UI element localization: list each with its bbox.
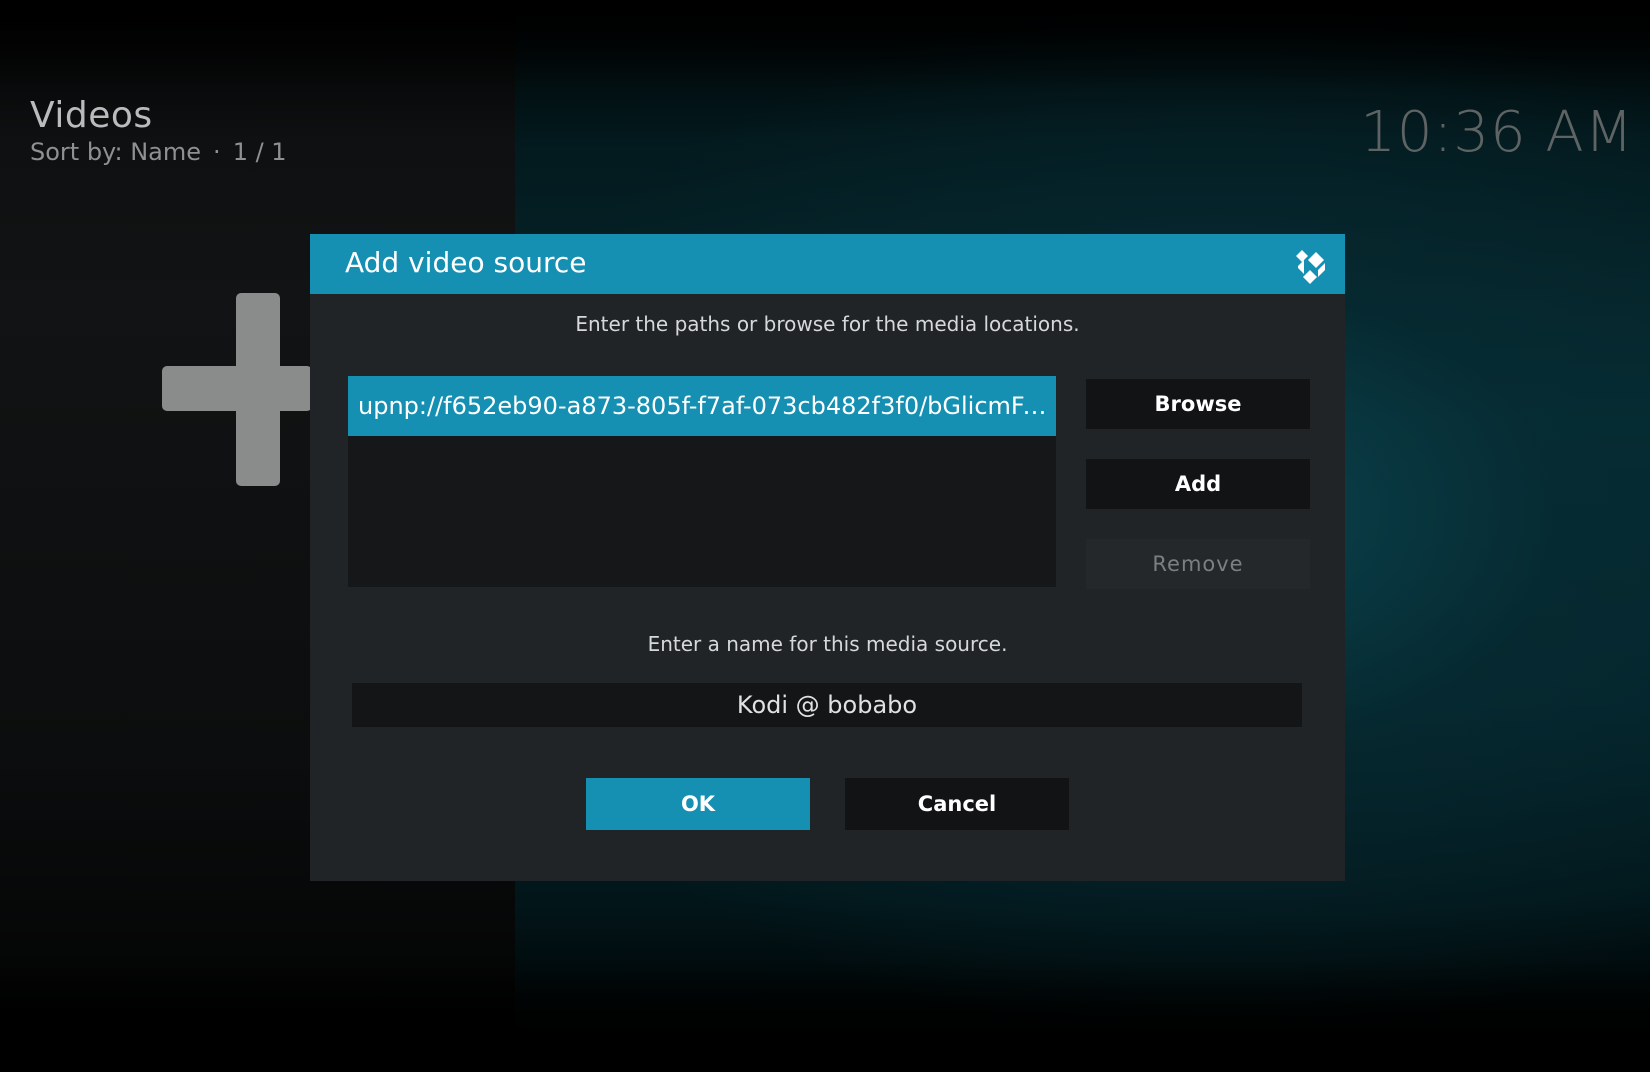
paths-list[interactable]: upnp://f652eb90-a873-805f-f7af-073cb482f… (348, 376, 1056, 587)
path-list-item[interactable]: upnp://f652eb90-a873-805f-f7af-073cb482f… (348, 376, 1056, 436)
name-instruction: Enter a name for this media source. (647, 632, 1008, 656)
sort-info: Sort by: Name · 1 / 1 (30, 138, 287, 166)
paths-instruction: Enter the paths or browse for the media … (575, 312, 1080, 336)
page-title: Videos (30, 95, 153, 136)
plus-icon-horizontal-bar (162, 366, 312, 411)
cancel-button[interactable]: Cancel (845, 778, 1069, 830)
ok-button[interactable]: OK (586, 778, 810, 830)
browse-button[interactable]: Browse (1086, 379, 1310, 429)
page-count: 1 / 1 (232, 138, 287, 166)
bottom-fade (0, 960, 1650, 1072)
add-button[interactable]: Add (1086, 459, 1310, 509)
add-source-dialog: Add video source Enter the paths or brow… (310, 234, 1345, 881)
top-fade (0, 0, 1650, 90)
sort-label: Sort by: Name (30, 138, 202, 166)
clock: 10:36 AM (1360, 100, 1634, 165)
plus-icon (162, 293, 312, 486)
dialog-header: Add video source (310, 234, 1345, 294)
source-name-field[interactable]: Kodi @ bobabo (352, 683, 1302, 727)
remove-button[interactable]: Remove (1086, 539, 1310, 589)
kodi-logo-icon (1296, 250, 1325, 284)
dialog-title: Add video source (345, 246, 587, 279)
separator: · (213, 138, 221, 166)
kodi-screen: Videos Sort by: Name · 1 / 1 10:36 AM Add … (0, 0, 1650, 1072)
